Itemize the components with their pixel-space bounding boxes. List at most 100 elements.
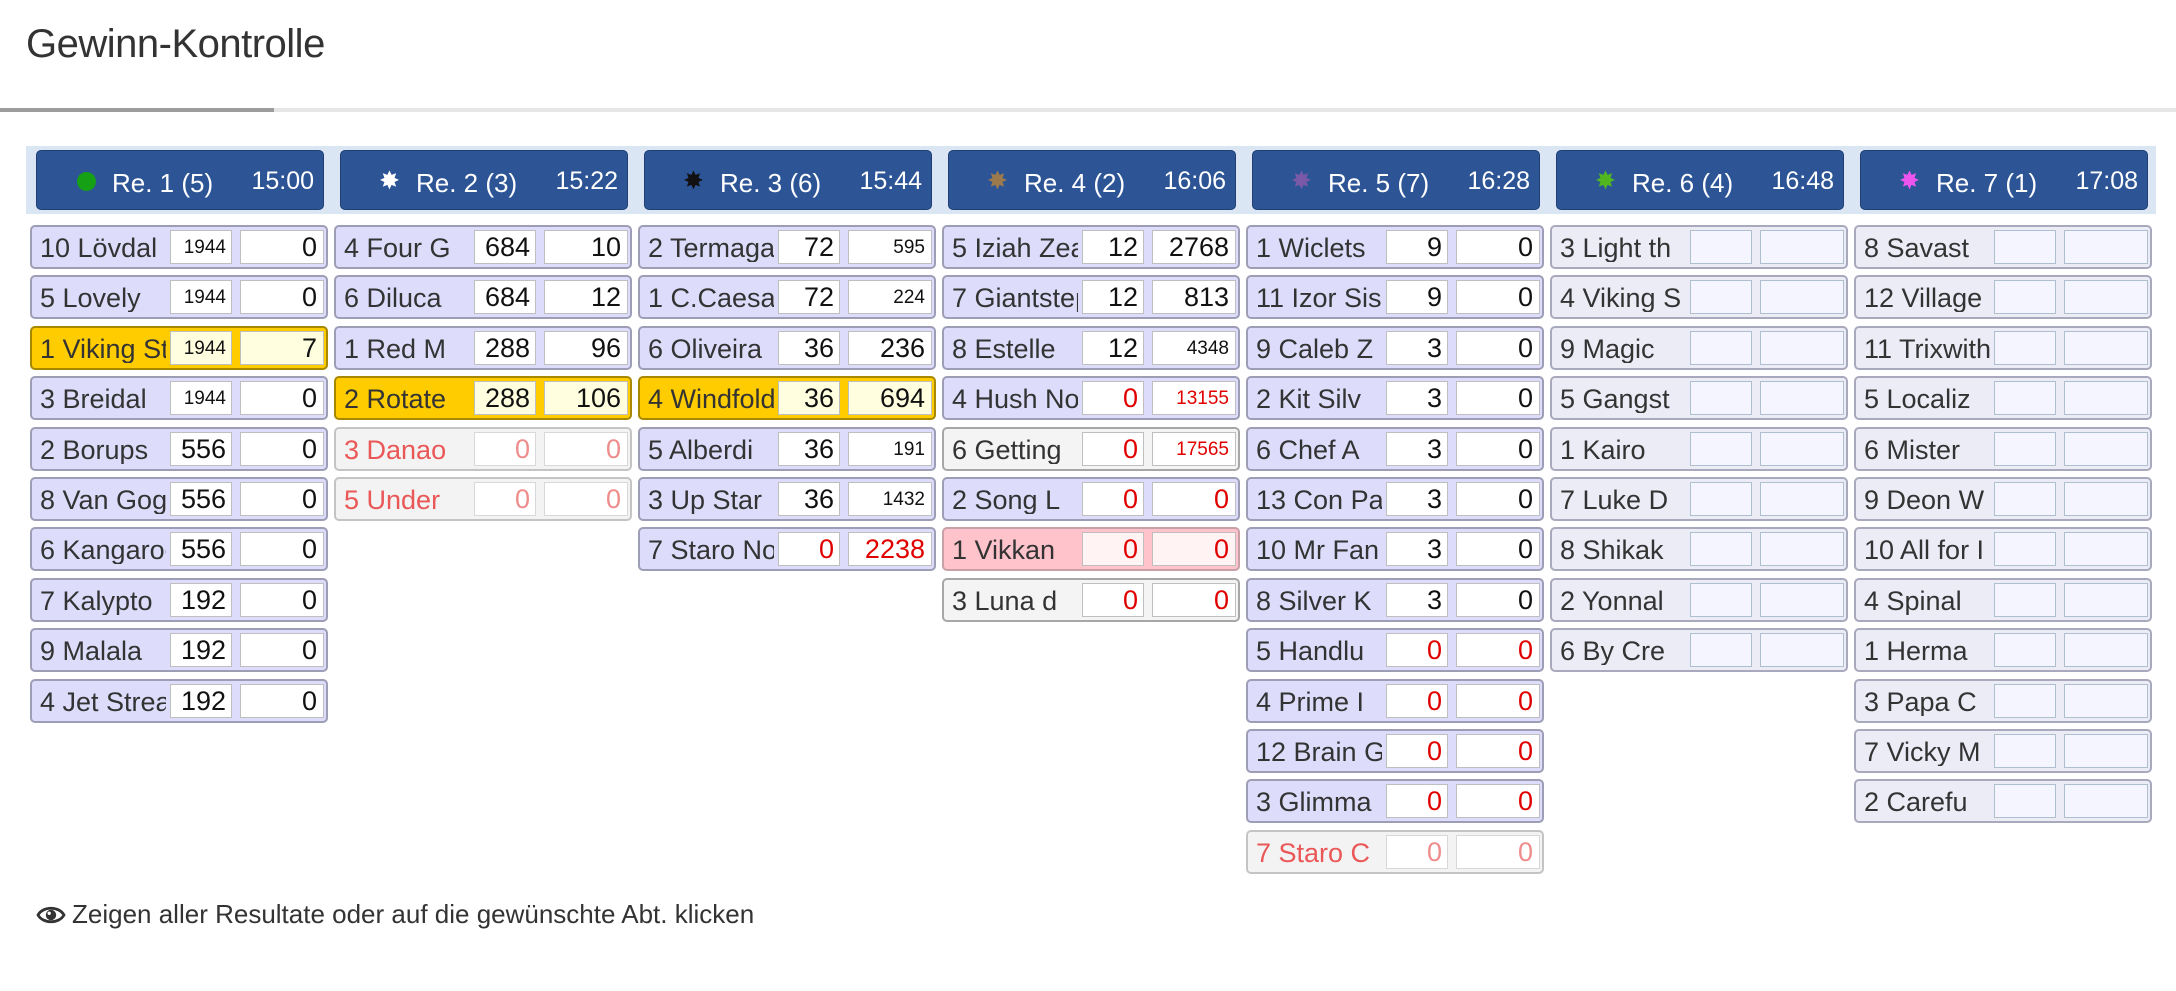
horse-entry[interactable]: 6 Kangaroo 556 0 [30, 527, 328, 572]
horse-entry[interactable]: 9 Deon W [1854, 477, 2152, 521]
horse-entry[interactable]: 1 Viking Sterling19447 [30, 325, 328, 370]
horse-entry[interactable]: 10 Lövdal 1944 0 [30, 225, 328, 269]
bet-value-field [1994, 734, 2056, 768]
horse-entry[interactable]: 5 Lovely 1944 0 [30, 275, 328, 320]
horse-entry[interactable]: 7 Kalypto 192 0 [30, 577, 328, 622]
payout-value-field [2064, 734, 2148, 768]
horse-entry[interactable]: 6 Chef A 30 [1246, 426, 1544, 471]
horse-entry[interactable]: 3 Up Star 36 1432 [638, 477, 936, 521]
horse-entry[interactable]: 6 Getting 0 17565 [942, 426, 1240, 471]
horse-entry[interactable]: 2 Yonnal [1550, 577, 1848, 622]
payout-value-field: 0 [240, 431, 324, 466]
horse-entry[interactable]: 5 Localiz [1854, 376, 2152, 421]
horse-entry[interactable]: 2 Carefu [1854, 779, 2152, 824]
horse-name: 4 Hush Now [952, 385, 1078, 414]
horse-entry[interactable]: 4 Viking S [1550, 275, 1848, 320]
horse-entry[interactable]: 9 Malala 192 0 [30, 628, 328, 673]
horse-entry[interactable]: 1 Herma [1854, 628, 2152, 673]
horse-entry[interactable]: 5 Under 0 0 [334, 477, 632, 521]
horse-entry[interactable]: 8 Silver K 30 [1246, 577, 1544, 622]
payout-value-field: 4348 [1152, 330, 1236, 365]
horse-name: 5 Localiz [1864, 385, 1971, 414]
payout-value-field: 0 [240, 532, 324, 567]
horse-name: 9 Malala [40, 637, 143, 666]
race-column-5: ✸ Re. 5 (7) 16:28 1 Wiclets 9 0 11 Izor Sis 9 0 9… [1246, 150, 1544, 874]
bet-value-field: 12 [1082, 280, 1144, 315]
horse-name: 7 Staro C [1256, 838, 1371, 867]
horse-entry[interactable]: 5 Gangst [1550, 376, 1848, 421]
horse-entry[interactable]: 4 Jet Stream1920 [30, 678, 328, 723]
bet-value-field [1690, 280, 1752, 315]
horse-entry[interactable]: 4 Windfold 36 694 [638, 376, 936, 421]
horse-entry[interactable]: 7 Staro Nova02238 [638, 527, 936, 572]
horse-entry[interactable]: 8 Savast [1854, 225, 2152, 269]
horse-entry[interactable]: 2 Song L 00 [942, 477, 1240, 521]
horse-entry[interactable]: 7 Giantstep 12 813 [942, 275, 1240, 320]
horse-entry[interactable]: 12 Brain G00 [1246, 729, 1544, 773]
horse-entry[interactable]: 11 Izor Sis 9 0 [1246, 275, 1544, 320]
horse-entry[interactable]: 6 Mister [1854, 426, 2152, 471]
horse-entry[interactable]: 3 Glimma 0 0 [1246, 779, 1544, 824]
horse-entry[interactable]: 6 By Cre [1550, 628, 1848, 673]
horse-entry[interactable]: 1 Wiclets 9 0 [1246, 225, 1544, 269]
horse-entry[interactable]: 6 Oliveira 36 236 [638, 325, 936, 370]
bet-value-field [1690, 482, 1752, 516]
horse-entry[interactable]: 2 Termagant72595 [638, 225, 936, 269]
horse-entry[interactable]: 4 Prime I 00 [1246, 678, 1544, 723]
bet-value-field: 0 [1082, 431, 1144, 466]
horse-entry[interactable]: 6 Diluca 684 12 [334, 275, 632, 320]
horse-entry[interactable]: 1 C.Caesar 72 224 [638, 275, 936, 320]
horse-entry[interactable]: 1 Red M 288 96 [334, 325, 632, 370]
race-color-star-icon: ✸ [1291, 167, 1312, 195]
horse-entry[interactable]: 3 Breidal 1944 0 [30, 376, 328, 421]
horse-entry[interactable]: 2 Borups 556 0 [30, 426, 328, 471]
payout-value-field: 0 [1152, 482, 1236, 516]
horse-entry[interactable]: 7 Luke D [1550, 477, 1848, 521]
horse-entry[interactable]: 11 Trixwith [1854, 325, 2152, 370]
horse-entry[interactable]: 4 Four G 684 10 [334, 225, 632, 269]
race-name: Re. 3 (6) [720, 168, 822, 198]
horse-entry[interactable]: 3 Light th [1550, 225, 1848, 269]
bet-value-field: 556 [170, 431, 232, 466]
horse-entry[interactable]: 3 Luna d 00 [942, 577, 1240, 622]
race-header-6[interactable]: ✸ Re. 6 (4) 16:48 [1556, 150, 1844, 210]
horse-name: 6 Oliveira [648, 334, 763, 363]
horse-entry[interactable]: 3 Papa C [1854, 678, 2152, 723]
horse-entry[interactable]: 7 Staro C 00 [1246, 829, 1544, 874]
payout-value-field: 0 [240, 381, 324, 416]
horse-entry[interactable]: 4 Hush Now013155 [942, 376, 1240, 421]
horse-name: 7 Luke D [1560, 486, 1669, 514]
horse-entry[interactable]: 3 Danao 0 0 [334, 426, 632, 471]
horse-entry[interactable]: 5 Iziah Zeal 12 2768 [942, 225, 1240, 269]
horse-entry[interactable]: 9 Caleb Z 30 [1246, 325, 1544, 370]
horse-entry[interactable]: 10 Mr Fan 3 0 [1246, 527, 1544, 572]
race-header-7[interactable]: ✸ Re. 7 (1) 17:08 [1860, 150, 2148, 210]
race-header-3[interactable]: ✸ Re. 3 (6) 15:44 [644, 150, 932, 210]
race-header-5[interactable]: ✸ Re. 5 (7) 16:28 [1252, 150, 1540, 210]
race-header-1[interactable]: Re. 1 (5) 15:00 [36, 150, 324, 210]
horse-entry[interactable]: 10 All for I [1854, 527, 2152, 572]
horse-entry[interactable]: 8 Estelle 12 4348 [942, 325, 1240, 370]
horse-entry[interactable]: 1 Kairo [1550, 426, 1848, 471]
payout-value-field [2064, 431, 2148, 466]
horse-name: 9 Magic [1560, 334, 1655, 363]
horse-entry[interactable]: 1 Vikkan 0 0 [942, 527, 1240, 572]
race-header-2[interactable]: ✸ Re. 2 (3) 15:22 [340, 150, 628, 210]
horse-entry[interactable]: 8 Van Gogh5560 [30, 477, 328, 521]
bet-value-field: 0 [1386, 834, 1448, 869]
horse-entry[interactable]: 4 Spinal [1854, 577, 2152, 622]
header-divider [0, 108, 2176, 112]
horse-entry[interactable]: 7 Vicky M [1854, 729, 2152, 773]
horse-entry[interactable]: 13 Con Pa 3 0 [1246, 477, 1544, 521]
horse-entry[interactable]: 5 Alberdi 36 191 [638, 426, 936, 471]
horse-entry[interactable]: 9 Magic [1550, 325, 1848, 370]
horse-entry[interactable]: 8 Shikak [1550, 527, 1848, 572]
payout-value-field: 0 [1152, 582, 1236, 617]
horse-entry[interactable]: 5 Handlu 0 0 [1246, 628, 1544, 673]
race-color-star-icon: ✸ [1899, 167, 1920, 195]
footer-note[interactable]: Zeigen aller Resultate oder auf die gewü… [36, 896, 754, 932]
race-header-4[interactable]: ✸ Re. 4 (2) 16:06 [948, 150, 1236, 210]
horse-entry[interactable]: 2 Kit Silv 3 0 [1246, 376, 1544, 421]
horse-entry[interactable]: 2 Rotate 288 106 [334, 376, 632, 421]
horse-entry[interactable]: 12 Village [1854, 275, 2152, 320]
